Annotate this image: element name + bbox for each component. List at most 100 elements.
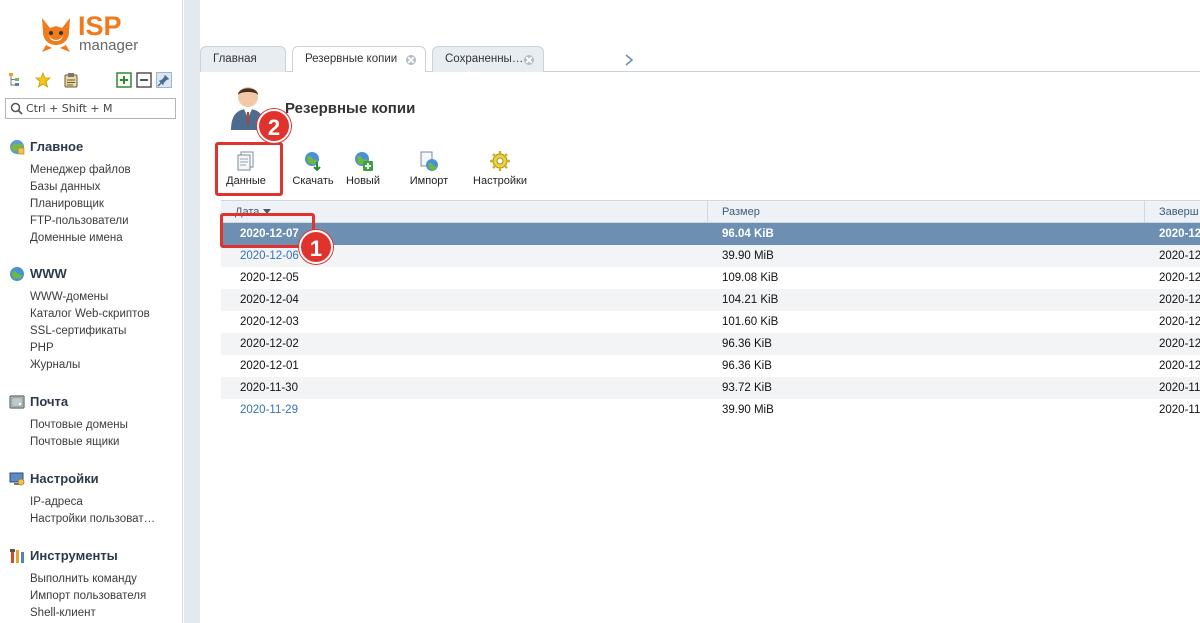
tab-label: Сохраненны… xyxy=(445,53,524,65)
table-row[interactable]: 2020-11-29 39.90 MiB 2020-11 xyxy=(221,399,1200,421)
nav-item-ssl-certificates[interactable]: SSL-сертификаты xyxy=(30,323,183,340)
new-button[interactable]: Новый xyxy=(340,144,386,192)
nav-item-domain-names[interactable]: Доменные имена xyxy=(30,230,183,247)
nav-item-logs[interactable]: Журналы xyxy=(30,357,183,374)
close-icon[interactable] xyxy=(524,55,534,65)
cell-size: 101.60 KiB xyxy=(722,316,779,328)
download-button[interactable]: Скачать xyxy=(288,144,338,192)
toolbar-button-label: Скачать xyxy=(292,175,334,187)
table-row[interactable]: 2020-12-02 96.36 KiB 2020-12 xyxy=(221,333,1200,355)
table-row[interactable]: 2020-12-05 109.08 KiB 2020-12 xyxy=(221,267,1200,289)
nav-item-import-user[interactable]: Импорт пользователя xyxy=(30,588,183,605)
column-header-completed[interactable]: Заверш xyxy=(1145,201,1200,223)
nav-item-www-domains[interactable]: WWW-домены xyxy=(30,289,183,306)
cell-completed: 2020-12 xyxy=(1159,360,1200,372)
close-icon[interactable] xyxy=(406,55,416,65)
column-header-size[interactable]: Размер xyxy=(708,201,1145,223)
cell-date: 2020-12-02 xyxy=(240,338,299,350)
nav-item-user-settings[interactable]: Настройки пользоват… xyxy=(30,511,183,528)
cell-date[interactable]: 2020-12-06 xyxy=(221,245,708,267)
isp-manager-logo[interactable]: ISP manager xyxy=(36,12,166,58)
tab-home[interactable]: Главная xyxy=(200,46,286,72)
sidebar-search-input[interactable] xyxy=(26,100,171,117)
settings-button[interactable]: Настройки xyxy=(470,144,530,192)
table-row[interactable]: 2020-11-30 93.72 KiB 2020-11 xyxy=(221,377,1200,399)
data-button[interactable]: Данные xyxy=(218,144,274,192)
table-row[interactable]: 2020-12-01 96.36 KiB 2020-12 xyxy=(221,355,1200,377)
nav-group-title: WWW xyxy=(30,266,67,281)
table-row[interactable]: 2020-12-07 96.04 KiB 2020-12 xyxy=(221,223,1200,245)
table-row[interactable]: 2020-12-03 101.60 KiB 2020-12 xyxy=(221,311,1200,333)
pane-splitter[interactable] xyxy=(184,0,200,623)
cell-size: 96.04 KiB xyxy=(722,228,774,240)
toolbar-button-label: Настройки xyxy=(473,175,527,187)
sidebar-search[interactable] xyxy=(5,98,176,119)
table-row[interactable]: 2020-12-06 39.90 MiB 2020-12 xyxy=(221,245,1200,267)
cell-completed: 2020-11 xyxy=(1159,404,1200,416)
cell-size: 104.21 KiB xyxy=(722,294,779,306)
nav-item-run-command[interactable]: Выполнить команду xyxy=(30,571,183,588)
sort-desc-icon xyxy=(263,209,272,214)
nav-group-main: Главное Менеджер файлов Базы данных План… xyxy=(0,138,183,247)
nav-item-web-scripts[interactable]: Каталог Web-скриптов xyxy=(30,306,183,323)
table-row[interactable]: 2020-12-04 104.21 KiB 2020-12 xyxy=(221,289,1200,311)
import-icon xyxy=(420,151,438,171)
cell-date: 2020-12-03 xyxy=(240,316,299,328)
new-add-icon xyxy=(355,152,373,171)
nav-item-ftp-users[interactable]: FTP-пользователи xyxy=(30,213,183,230)
collapse-all-icon[interactable] xyxy=(136,72,152,88)
data-files-icon xyxy=(237,151,254,171)
nav-item-shell-client[interactable]: Shell-клиент xyxy=(30,605,183,622)
mail-icon xyxy=(9,395,25,409)
toolbar-button-label: Данные xyxy=(226,175,266,187)
favorites-star-icon[interactable] xyxy=(35,72,51,88)
import-button[interactable]: Импорт xyxy=(404,144,454,192)
column-header-label: Размер xyxy=(722,206,760,218)
table-body: 2020-12-07 96.04 KiB 2020-12 2020-12-06 39.9… xyxy=(221,223,1200,421)
nav-item-mailboxes[interactable]: Почтовые ящики xyxy=(30,434,183,451)
nav-group-header-www[interactable]: WWW xyxy=(0,265,183,283)
cell-size: 39.90 MiB xyxy=(722,404,774,416)
nav-item-databases[interactable]: Базы данных xyxy=(30,179,183,196)
search-icon xyxy=(10,102,23,115)
annotation-badge-1: 1 xyxy=(299,230,333,264)
nav-group-mail: Почта Почтовые домены Почтовые ящики xyxy=(0,393,183,451)
cell-completed: 2020-11 xyxy=(1159,382,1200,394)
cell-size: 93.72 KiB xyxy=(722,382,772,394)
pin-icon[interactable] xyxy=(156,72,172,88)
tab-backups[interactable]: Резервные копии xyxy=(292,46,426,73)
nav-group-header-tools[interactable]: Инструменты xyxy=(0,547,183,565)
tab-label: Резервные копии xyxy=(305,53,398,65)
nav-group-settings: Настройки IP-адреса Настройки пользоват… xyxy=(0,470,183,528)
cell-date: 2020-12-04 xyxy=(240,294,299,306)
cell-date: 2020-12-05 xyxy=(240,272,299,284)
tree-view-icon[interactable] xyxy=(8,72,24,88)
backups-table: Дата Размер Заверш 2020-12-07 96.04 KiB 20… xyxy=(221,200,1200,421)
globe-icon xyxy=(10,267,24,281)
nav-item-mail-domains[interactable]: Почтовые домены xyxy=(30,417,183,434)
cell-size: 109.08 KiB xyxy=(722,272,779,284)
tools-icon xyxy=(10,549,24,563)
cell-completed: 2020-12 xyxy=(1159,228,1200,240)
cell-size: 39.90 MiB xyxy=(722,250,774,262)
nav-item-php[interactable]: PHP xyxy=(30,340,183,357)
cell-date[interactable]: 2020-11-29 xyxy=(221,399,708,421)
nav-item-file-manager[interactable]: Менеджер файлов xyxy=(30,162,183,179)
column-header-date[interactable]: Дата xyxy=(221,201,708,223)
page-title: Резервные копии xyxy=(285,100,416,117)
nav-group-header-main[interactable]: Главное xyxy=(0,138,183,156)
cell-completed: 2020-12 xyxy=(1159,250,1200,262)
nav-group-header-settings[interactable]: Настройки xyxy=(0,470,183,488)
expand-all-icon[interactable] xyxy=(116,72,132,88)
tab-saved[interactable]: Сохраненны… xyxy=(432,46,544,72)
sidebar-toolbar xyxy=(6,70,176,90)
nav-group-header-mail[interactable]: Почта xyxy=(0,393,183,411)
nav-item-scheduler[interactable]: Планировщик xyxy=(30,196,183,213)
clipboard-icon[interactable] xyxy=(63,72,79,88)
cell-date: 2020-11-30 xyxy=(240,382,298,394)
main-content: Резервные копии Данные Скачать Новый Имп… xyxy=(200,72,1200,623)
logo-product: manager xyxy=(79,37,139,54)
nav-group-title: Главное xyxy=(30,139,84,154)
nav-item-ip-addresses[interactable]: IP-адреса xyxy=(30,494,183,511)
cell-completed: 2020-12 xyxy=(1159,316,1200,328)
